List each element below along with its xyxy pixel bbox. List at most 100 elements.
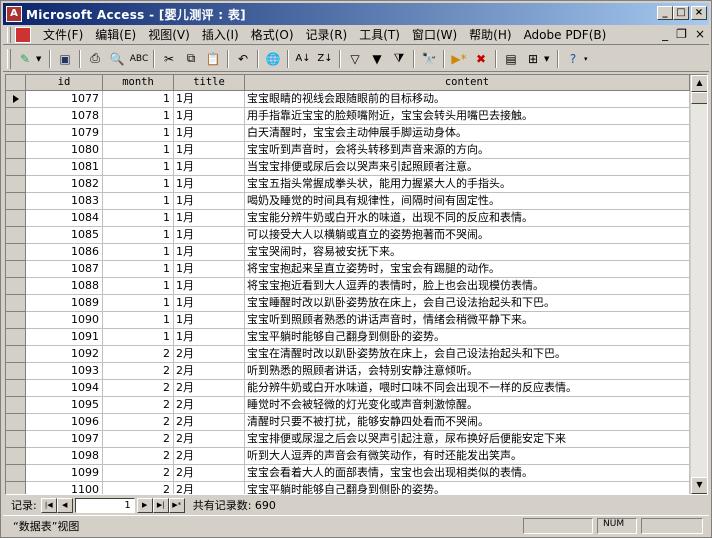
menu-records[interactable]: 记录(R)	[300, 26, 354, 44]
cell-content[interactable]: 宝宝平躺时能够自己翻身到侧卧的姿势。	[245, 482, 690, 494]
cell-month[interactable]: 2	[103, 346, 174, 363]
scroll-thumb[interactable]	[691, 92, 707, 104]
table-row[interactable]: 1098 2 2月 听到大人逗弄的声音会有微笑动作，有时还能发出笑声。	[6, 448, 690, 465]
table-row[interactable]: 1094 2 2月 能分辨牛奶或白开水味道，喂时口味不同会出现不一样的反应表情。	[6, 380, 690, 397]
cell-title[interactable]: 1月	[174, 295, 245, 312]
cell-id[interactable]: 1080	[26, 142, 103, 159]
cell-content[interactable]: 听到熟悉的照顾者讲话，会特别安静注意倾听。	[245, 363, 690, 380]
cell-content[interactable]: 可以接受大人以横躺或直立的姿势抱著而不哭闹。	[245, 227, 690, 244]
cut-icon[interactable]: ✂	[160, 50, 178, 68]
table-row[interactable]: 1092 2 2月 宝宝在清醒时改以趴卧姿势放在床上，会自己设法抬起头和下巴。	[6, 346, 690, 363]
cell-title[interactable]: 1月	[174, 176, 245, 193]
table-row[interactable]: 1079 1 1月 白天清醒时，宝宝会主动伸展手脚运动身体。	[6, 125, 690, 142]
table-row[interactable]: 1100 2 2月 宝宝平躺时能够自己翻身到侧卧的姿势。	[6, 482, 690, 494]
record-selector[interactable]	[6, 448, 26, 465]
table-row[interactable]: 1083 1 1月 喝奶及睡觉的时间具有规律性，间隔时间有固定性。	[6, 193, 690, 210]
cell-month[interactable]: 2	[103, 414, 174, 431]
cell-month[interactable]: 1	[103, 210, 174, 227]
cell-id[interactable]: 1083	[26, 193, 103, 210]
print-icon[interactable]: ⎙	[86, 50, 104, 68]
menu-format[interactable]: 格式(O)	[245, 26, 300, 44]
cell-id[interactable]: 1079	[26, 125, 103, 142]
cell-month[interactable]: 2	[103, 397, 174, 414]
cell-month[interactable]: 1	[103, 295, 174, 312]
cell-month[interactable]: 1	[103, 261, 174, 278]
cell-month[interactable]: 1	[103, 278, 174, 295]
cell-month[interactable]: 1	[103, 91, 174, 108]
new-record-button[interactable]: ▶*	[168, 497, 185, 513]
column-header-month[interactable]: month	[103, 75, 174, 91]
table-row[interactable]: 1088 1 1月 将宝宝抱近看到大人逗弄的表情时，脸上也会出现模仿表情。	[6, 278, 690, 295]
cell-id[interactable]: 1085	[26, 227, 103, 244]
minimize-icon[interactable]: _	[657, 6, 673, 20]
cell-title[interactable]: 1月	[174, 91, 245, 108]
record-selector[interactable]	[6, 482, 26, 494]
first-record-button[interactable]: |◀	[40, 497, 57, 513]
cell-content[interactable]: 听到大人逗弄的声音会有微笑动作，有时还能发出笑声。	[245, 448, 690, 465]
cell-title[interactable]: 2月	[174, 346, 245, 363]
undo-icon[interactable]: ↶	[234, 50, 252, 68]
cell-title[interactable]: 2月	[174, 380, 245, 397]
cell-content[interactable]: 宝宝哭闹时，容易被安抚下来。	[245, 244, 690, 261]
cell-content[interactable]: 宝宝会看着大人的面部表情，宝宝也会出现相类似的表情。	[245, 465, 690, 482]
cell-month[interactable]: 2	[103, 380, 174, 397]
cell-id[interactable]: 1086	[26, 244, 103, 261]
cell-title[interactable]: 1月	[174, 193, 245, 210]
cell-title[interactable]: 1月	[174, 159, 245, 176]
current-record-selector[interactable]	[6, 91, 26, 108]
column-header-content[interactable]: content	[245, 75, 690, 91]
record-selector[interactable]	[6, 431, 26, 448]
menu-adobe-pdf[interactable]: Adobe PDF(B)	[518, 26, 613, 44]
cell-month[interactable]: 1	[103, 312, 174, 329]
cell-month[interactable]: 2	[103, 448, 174, 465]
cell-id[interactable]: 1099	[26, 465, 103, 482]
table-window-icon[interactable]	[15, 26, 31, 43]
cell-content[interactable]: 宝宝眼睛的视线会跟随眼前的目标移动。	[245, 91, 690, 108]
cell-id[interactable]: 1081	[26, 159, 103, 176]
menu-insert[interactable]: 插入(I)	[196, 26, 245, 44]
help-icon[interactable]: ?	[564, 50, 582, 68]
cell-title[interactable]: 1月	[174, 329, 245, 346]
cell-title[interactable]: 2月	[174, 397, 245, 414]
insert-hyperlink-icon[interactable]: 🌐	[264, 50, 282, 68]
record-selector[interactable]	[6, 244, 26, 261]
record-selector[interactable]	[6, 176, 26, 193]
cell-content[interactable]: 宝宝听到照顾者熟悉的讲话声音时，情绪会稍微平静下来。	[245, 312, 690, 329]
toolbar-options-icon[interactable]: ▾	[584, 55, 592, 63]
table-row[interactable]: 1082 1 1月 宝宝五指头常握成拳头状，能用力握紧大人的手指头。	[6, 176, 690, 193]
cell-content[interactable]: 清醒时只要不被打扰，能够安静四处看而不哭闹。	[245, 414, 690, 431]
cell-content[interactable]: 将宝宝抱近看到大人逗弄的表情时，脸上也会出现模仿表情。	[245, 278, 690, 295]
close-icon[interactable]: ×	[691, 6, 707, 20]
cell-title[interactable]: 1月	[174, 244, 245, 261]
cell-month[interactable]: 1	[103, 244, 174, 261]
cell-content[interactable]: 宝宝排便或尿湿之后会以哭声引起注意，尿布换好后便能安定下来	[245, 431, 690, 448]
cell-title[interactable]: 2月	[174, 465, 245, 482]
title-bar[interactable]: A Microsoft Access - [婴儿测评 : 表] _ □ ×	[3, 3, 709, 25]
cell-month[interactable]: 2	[103, 431, 174, 448]
record-selector[interactable]	[6, 278, 26, 295]
copy-icon[interactable]: ⧉	[182, 50, 200, 68]
cell-id[interactable]: 1091	[26, 329, 103, 346]
cell-title[interactable]: 1月	[174, 312, 245, 329]
column-header-title[interactable]: title	[174, 75, 245, 91]
cell-id[interactable]: 1077	[26, 91, 103, 108]
cell-id[interactable]: 1094	[26, 380, 103, 397]
table-row[interactable]: 1091 1 1月 宝宝平躺时能够自己翻身到侧卧的姿势。	[6, 329, 690, 346]
cell-month[interactable]: 1	[103, 125, 174, 142]
cell-month[interactable]: 1	[103, 227, 174, 244]
menu-tools[interactable]: 工具(T)	[353, 26, 406, 44]
view-dropdown-icon[interactable]: ▼	[36, 55, 44, 63]
cell-month[interactable]: 1	[103, 142, 174, 159]
menu-file[interactable]: 文件(F)	[37, 26, 89, 44]
record-selector[interactable]	[6, 142, 26, 159]
cell-id[interactable]: 1096	[26, 414, 103, 431]
table-row[interactable]: 1097 2 2月 宝宝排便或尿湿之后会以哭声引起注意，尿布换好后便能安定下来	[6, 431, 690, 448]
cell-month[interactable]: 1	[103, 159, 174, 176]
table-row[interactable]: 1093 2 2月 听到熟悉的照顾者讲话，会特别安静注意倾听。	[6, 363, 690, 380]
cell-id[interactable]: 1082	[26, 176, 103, 193]
cell-title[interactable]: 1月	[174, 227, 245, 244]
record-selector[interactable]	[6, 380, 26, 397]
cell-id[interactable]: 1090	[26, 312, 103, 329]
table-row[interactable]: 1085 1 1月 可以接受大人以横躺或直立的姿势抱著而不哭闹。	[6, 227, 690, 244]
cell-content[interactable]: 宝宝在清醒时改以趴卧姿势放在床上，会自己设法抬起头和下巴。	[245, 346, 690, 363]
